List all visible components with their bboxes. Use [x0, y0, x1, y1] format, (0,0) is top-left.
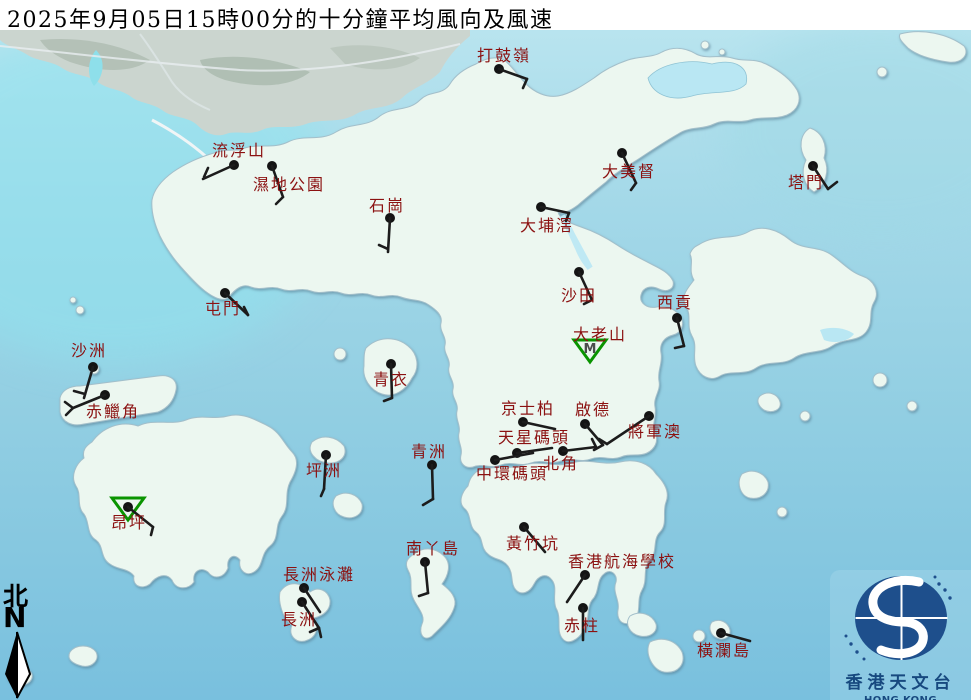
- station-label: 橫瀾島: [697, 641, 751, 660]
- station-label: 沙田: [561, 286, 597, 305]
- station-label: 南丫島: [406, 539, 460, 558]
- grass-islet: [877, 67, 887, 77]
- station-label: 塔門: [788, 173, 824, 192]
- station-label: 昂坪: [111, 513, 147, 532]
- station-label: 西貢: [657, 293, 693, 312]
- bluff-islet-1: [873, 373, 887, 387]
- crooked-harbour-islet-1: [701, 41, 709, 49]
- station-label: 沙洲: [71, 341, 107, 360]
- station-label: 流浮山: [212, 141, 266, 160]
- station-label: 黃竹坑: [506, 534, 560, 553]
- station-label: 屯門: [205, 299, 241, 318]
- map-canvas: 打鼓嶺流浮山濕地公園石崗 大美督塔門大埔滘沙田 西貢 M大老山 屯門沙洲赤鱲角 青衣京士柏…: [0, 0, 971, 700]
- hko-wind-map-screenshot: 打鼓嶺流浮山濕地公園石崗 大美督塔門大埔滘沙田 西貢 M大老山 屯門沙洲赤鱲角 青衣京士柏…: [0, 0, 971, 700]
- station-label: 京士柏: [501, 399, 555, 418]
- station-label: 天星碼頭: [498, 428, 570, 447]
- title-bar: 2025年9月05日15時00分的十分鐘平均風向及風速: [0, 0, 971, 30]
- station-label: 北角: [543, 454, 579, 473]
- station-label: 長洲泳灘: [283, 565, 355, 584]
- station-label: 香港航海學校: [568, 552, 676, 571]
- se-islet-1: [777, 507, 787, 517]
- lung-kwu-chau-islet: [76, 306, 84, 314]
- station-label: 石崗: [369, 196, 405, 215]
- station-label: 赤鱲角: [86, 402, 140, 421]
- station-label: 啟德: [575, 400, 611, 419]
- map-title: 2025年9月05日15時00分的十分鐘平均風向及風速: [7, 2, 553, 34]
- islet-small: [70, 297, 76, 303]
- station-label: 打鼓嶺: [477, 46, 531, 65]
- north-compass: 北 N: [3, 584, 39, 700]
- station-label: 大美督: [602, 162, 656, 181]
- station-label: 大埔滘: [520, 216, 574, 235]
- crooked-harbour-islet-2: [719, 49, 725, 55]
- north-letter-label: N: [3, 606, 39, 630]
- station-label: 中環碼頭: [476, 464, 548, 483]
- missing-data-marker: M: [584, 342, 597, 357]
- station-label: 長洲: [281, 610, 317, 629]
- bluff-islet-2: [907, 401, 917, 411]
- hko-logo: 香港天文台 HONG KONG OBSERVATORY: [830, 570, 971, 700]
- ma-wan-island: [334, 348, 346, 360]
- station-label: 青洲: [411, 442, 447, 461]
- tung-lung-island: [739, 471, 768, 498]
- hko-name-chinese: 香港天文台: [830, 668, 971, 693]
- station-label: 坪洲: [306, 461, 342, 480]
- station-label: 大老山: [573, 325, 627, 344]
- se-islet-2: [800, 411, 810, 421]
- station-label: 將軍澳: [628, 422, 682, 441]
- station-label: 濕地公園: [253, 175, 325, 194]
- hko-name-english: HONG KONG OBSERVATORY: [830, 695, 971, 700]
- station-label: 赤柱: [564, 616, 600, 635]
- station-label: 青衣: [373, 370, 409, 389]
- hko-logo-icon: [831, 570, 971, 666]
- wind-barb-shaft: [432, 465, 433, 499]
- north-arrow-icon: [3, 630, 37, 700]
